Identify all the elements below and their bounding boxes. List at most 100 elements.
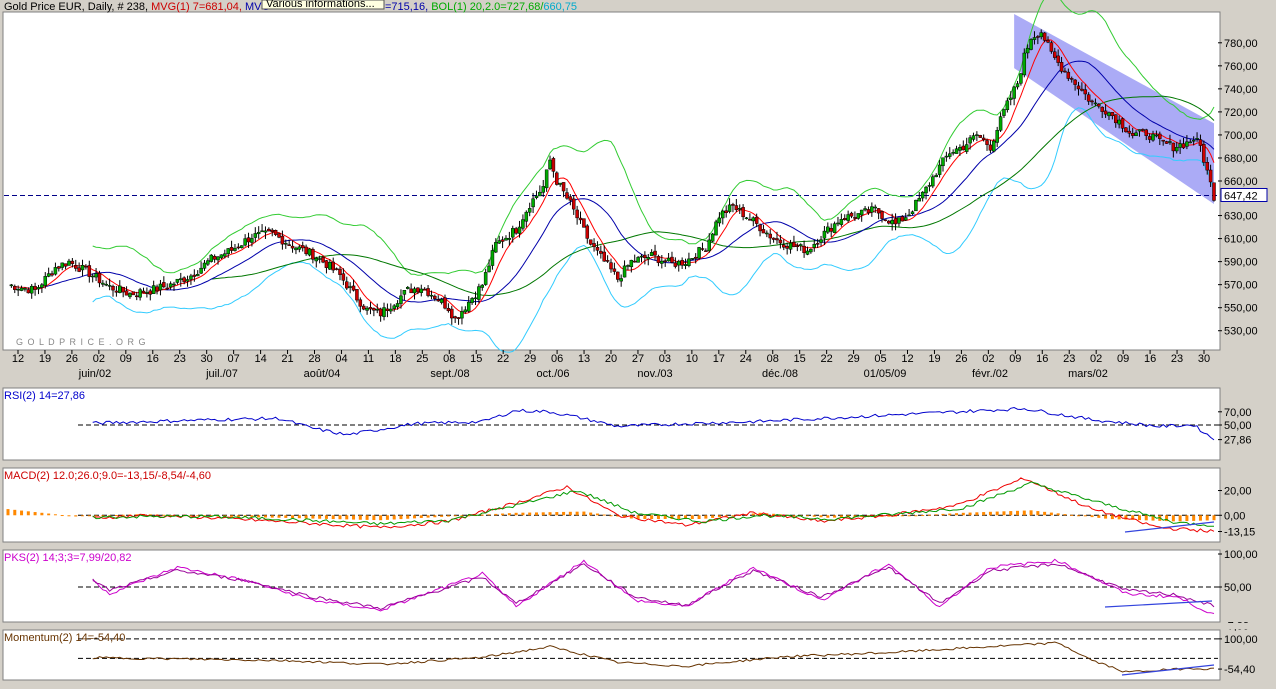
- candle-up: [954, 148, 959, 154]
- candle-up: [1005, 100, 1010, 111]
- candle-down: [1208, 169, 1213, 183]
- candle-up: [697, 247, 701, 259]
- price-axis-label: 740,00: [1224, 84, 1258, 96]
- candle-up: [839, 219, 844, 225]
- macd-histogram-bar: [988, 511, 992, 516]
- macd-histogram-bar: [697, 515, 701, 519]
- date-axis-label: 26: [955, 353, 967, 365]
- candle-down: [1097, 103, 1101, 107]
- candle-up: [101, 282, 105, 285]
- macd-histogram-bar: [33, 512, 37, 516]
- candle-down: [351, 285, 356, 291]
- candle-up: [138, 289, 142, 298]
- candle-up: [992, 140, 996, 152]
- candle-up: [548, 159, 552, 170]
- candle-up: [43, 276, 48, 286]
- candle-up: [737, 208, 742, 210]
- candle-up: [297, 246, 302, 250]
- candle-up: [477, 286, 481, 300]
- macd-histogram-bar: [1063, 514, 1067, 516]
- macd-histogram-bar: [595, 513, 599, 516]
- candle-down: [50, 273, 54, 276]
- macd-histogram-bar: [711, 515, 715, 518]
- month-axis-label: 01/05/09: [864, 368, 907, 380]
- candle-up: [16, 288, 20, 291]
- candle-up: [1151, 133, 1155, 141]
- candle-down: [1144, 129, 1148, 136]
- macd-histogram-bar: [311, 515, 315, 519]
- date-axis-label: 11: [363, 353, 374, 365]
- month-axis-label: juin/02: [78, 368, 111, 380]
- macd-histogram-bar: [81, 515, 85, 517]
- panel-splitter[interactable]: [0, 380, 1276, 386]
- macd-histogram-bar: [1212, 515, 1216, 521]
- candle-up: [348, 286, 352, 288]
- date-axis-label: 15: [470, 353, 482, 365]
- macd-histogram-bar: [331, 515, 335, 520]
- month-axis-label: nov./03: [637, 368, 672, 380]
- panel-splitter[interactable]: [0, 461, 1276, 467]
- panel-splitter[interactable]: [0, 623, 1276, 629]
- candle-down: [734, 205, 739, 211]
- candle-down: [643, 254, 647, 259]
- indicator-axis-label: -13,15: [1224, 527, 1255, 539]
- candle-up: [897, 217, 901, 224]
- candle-down: [795, 245, 800, 247]
- candle-up: [209, 254, 214, 262]
- panel-splitter[interactable]: [0, 543, 1276, 549]
- indicator-axis-label: 50,00: [1224, 582, 1252, 594]
- candle-up: [1191, 139, 1196, 142]
- date-axis-label: 09: [120, 353, 132, 365]
- macd-histogram-bar: [1205, 515, 1209, 521]
- candle-up: [639, 255, 644, 258]
- candle-up: [263, 230, 268, 233]
- macd-histogram-bar: [6, 509, 10, 516]
- candle-down: [33, 286, 37, 290]
- candle-down: [815, 243, 820, 245]
- candle-up: [941, 157, 945, 167]
- candle-down: [141, 290, 146, 294]
- price-axis-label: 680,00: [1224, 153, 1258, 165]
- candle-down: [842, 218, 847, 221]
- candle-up: [172, 283, 176, 286]
- candle-down: [290, 245, 295, 249]
- candle-down: [1130, 133, 1135, 136]
- macd-histogram-bar: [60, 515, 64, 517]
- candle-down: [1212, 182, 1216, 201]
- macd-histogram-bar: [277, 515, 281, 518]
- candle-up: [1185, 141, 1189, 147]
- candle-up: [185, 279, 190, 282]
- macd-histogram-bar: [1104, 515, 1108, 519]
- candle-up: [920, 191, 925, 199]
- candle-down: [592, 243, 596, 248]
- candle-up: [175, 278, 180, 283]
- candle-down: [829, 228, 833, 232]
- macd-histogram-bar: [297, 515, 301, 519]
- macd-histogram-bar: [379, 515, 383, 521]
- macd-histogram-bar: [47, 513, 51, 516]
- candle-down: [1141, 129, 1145, 131]
- candle-up: [1107, 112, 1111, 117]
- candle-up: [314, 258, 319, 262]
- month-axis-label: juil./07: [205, 368, 238, 380]
- candle-up: [710, 233, 715, 242]
- candle-down: [97, 272, 102, 284]
- date-axis-label: 04: [335, 353, 347, 365]
- date-axis-label: 09: [1009, 353, 1021, 365]
- candle-up: [714, 221, 718, 236]
- candle-down: [287, 244, 291, 246]
- candle-up: [788, 242, 793, 250]
- candle-down: [700, 248, 705, 250]
- candle-up: [1137, 129, 1142, 132]
- candle-down: [575, 209, 579, 219]
- candle-up: [995, 130, 999, 143]
- candle-down: [1036, 36, 1040, 38]
- indicator-axis-label: 70,00: [1224, 407, 1252, 419]
- candle-up: [917, 198, 922, 202]
- candle-up: [541, 186, 545, 193]
- candle-up: [1002, 109, 1006, 116]
- candle-up: [660, 260, 664, 264]
- candle-up: [863, 208, 867, 211]
- macd-histogram-bar: [487, 514, 491, 516]
- candle-down: [782, 244, 786, 248]
